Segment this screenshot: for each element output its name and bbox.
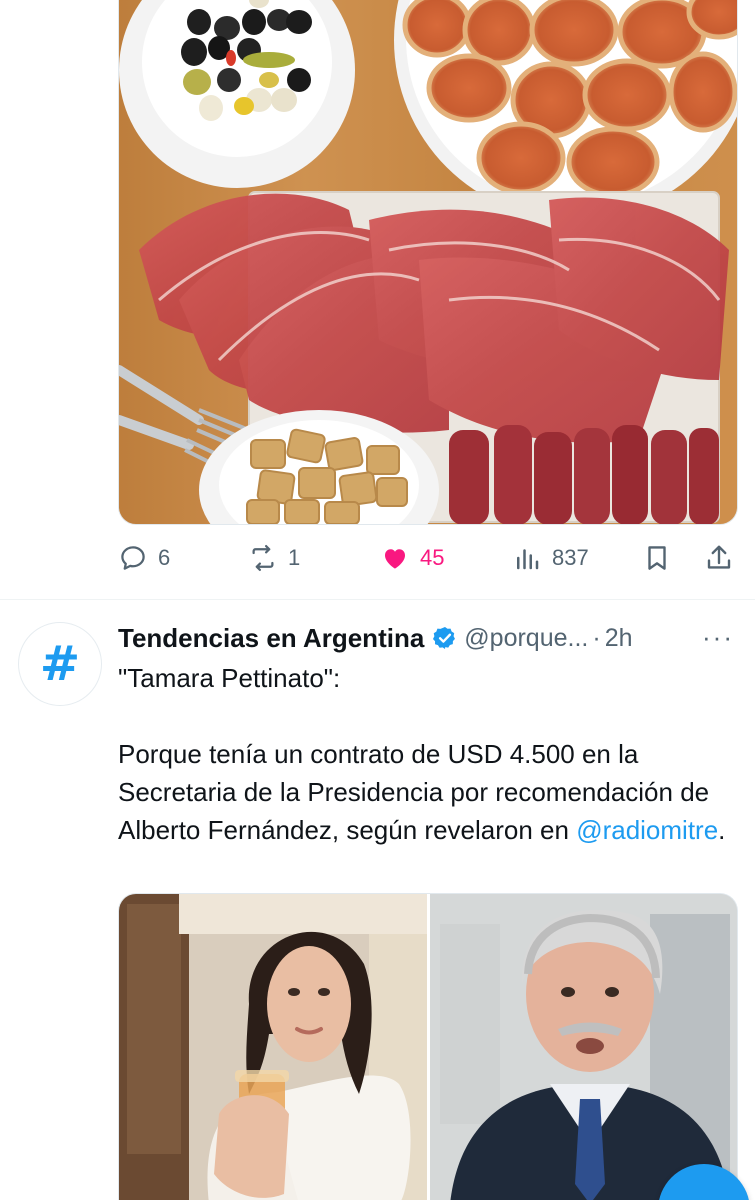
tweet-media-image[interactable] <box>118 0 738 525</box>
food-board-illustration <box>119 0 737 524</box>
like-button[interactable]: 45 <box>380 536 444 580</box>
verified-badge-icon <box>433 626 456 650</box>
reply-icon <box>121 546 145 570</box>
views-icon <box>517 549 539 570</box>
tweet-text-end: . <box>718 815 726 845</box>
tweet-text-body: Porque tenía un contrato de USD 4.500 en… <box>118 735 743 849</box>
retweet-button[interactable]: 1 <box>248 536 300 580</box>
tweet-text: "Tamara Pettinato": Porque tenía un cont… <box>118 659 743 849</box>
share-button[interactable] <box>704 536 734 580</box>
man-photo-illustration <box>430 894 737 1200</box>
author-handle[interactable]: @porque... <box>464 624 588 653</box>
view-count: 837 <box>552 545 589 570</box>
author-name[interactable]: Tendencias en Argentina <box>118 623 424 654</box>
hashtag-icon: # <box>39 636 81 692</box>
media-photo-left[interactable] <box>119 894 427 1200</box>
separator-dot: · <box>592 623 601 652</box>
share-icon <box>707 545 731 569</box>
mention-link[interactable]: @radiomitre <box>576 815 718 845</box>
like-count: 45 <box>420 545 445 570</box>
tweet-timestamp[interactable]: 2h <box>605 624 633 653</box>
views-button[interactable]: 837 <box>512 536 589 580</box>
media-photo-right[interactable] <box>430 894 737 1200</box>
reply-count: 6 <box>158 545 171 570</box>
tweet-header: Tendencias en Argentina @porque... · 2h … <box>118 620 748 656</box>
tweet-action-bar: 6 1 45 837 <box>118 536 738 580</box>
avatar[interactable]: # <box>18 622 102 706</box>
tweet-text-line1: "Tamara Pettinato": <box>118 663 341 693</box>
tweet-divider <box>0 599 755 600</box>
retweet-count: 1 <box>288 545 301 570</box>
tweet-media-gallery[interactable] <box>118 893 738 1200</box>
woman-photo-illustration <box>119 894 427 1200</box>
heart-icon <box>385 549 405 569</box>
bookmark-icon <box>648 546 666 570</box>
bookmark-button[interactable] <box>642 536 672 580</box>
more-options-icon[interactable]: ··· <box>702 622 734 653</box>
retweet-icon <box>252 545 274 571</box>
reply-button[interactable]: 6 <box>118 536 170 580</box>
